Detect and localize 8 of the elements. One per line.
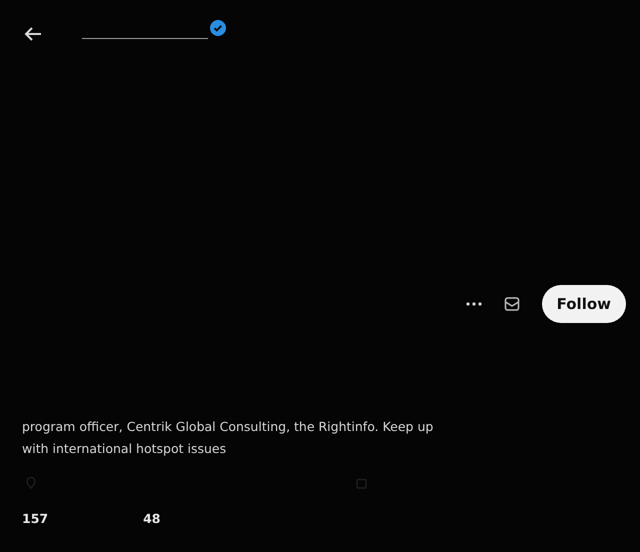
location-pin-icon [26, 477, 36, 489]
back-arrow-icon[interactable] [24, 26, 42, 42]
count-number: 157 [22, 510, 48, 528]
bio-text: program officer, Centrik Global Consulting, the Rightinfo. Keep up with international hotspot issues [21, 418, 434, 458]
count-number: 48 [143, 510, 160, 528]
follow-button[interactable]: Follow [542, 285, 626, 323]
message-icon[interactable] [504, 296, 520, 312]
more-options-icon[interactable] [466, 302, 482, 306]
